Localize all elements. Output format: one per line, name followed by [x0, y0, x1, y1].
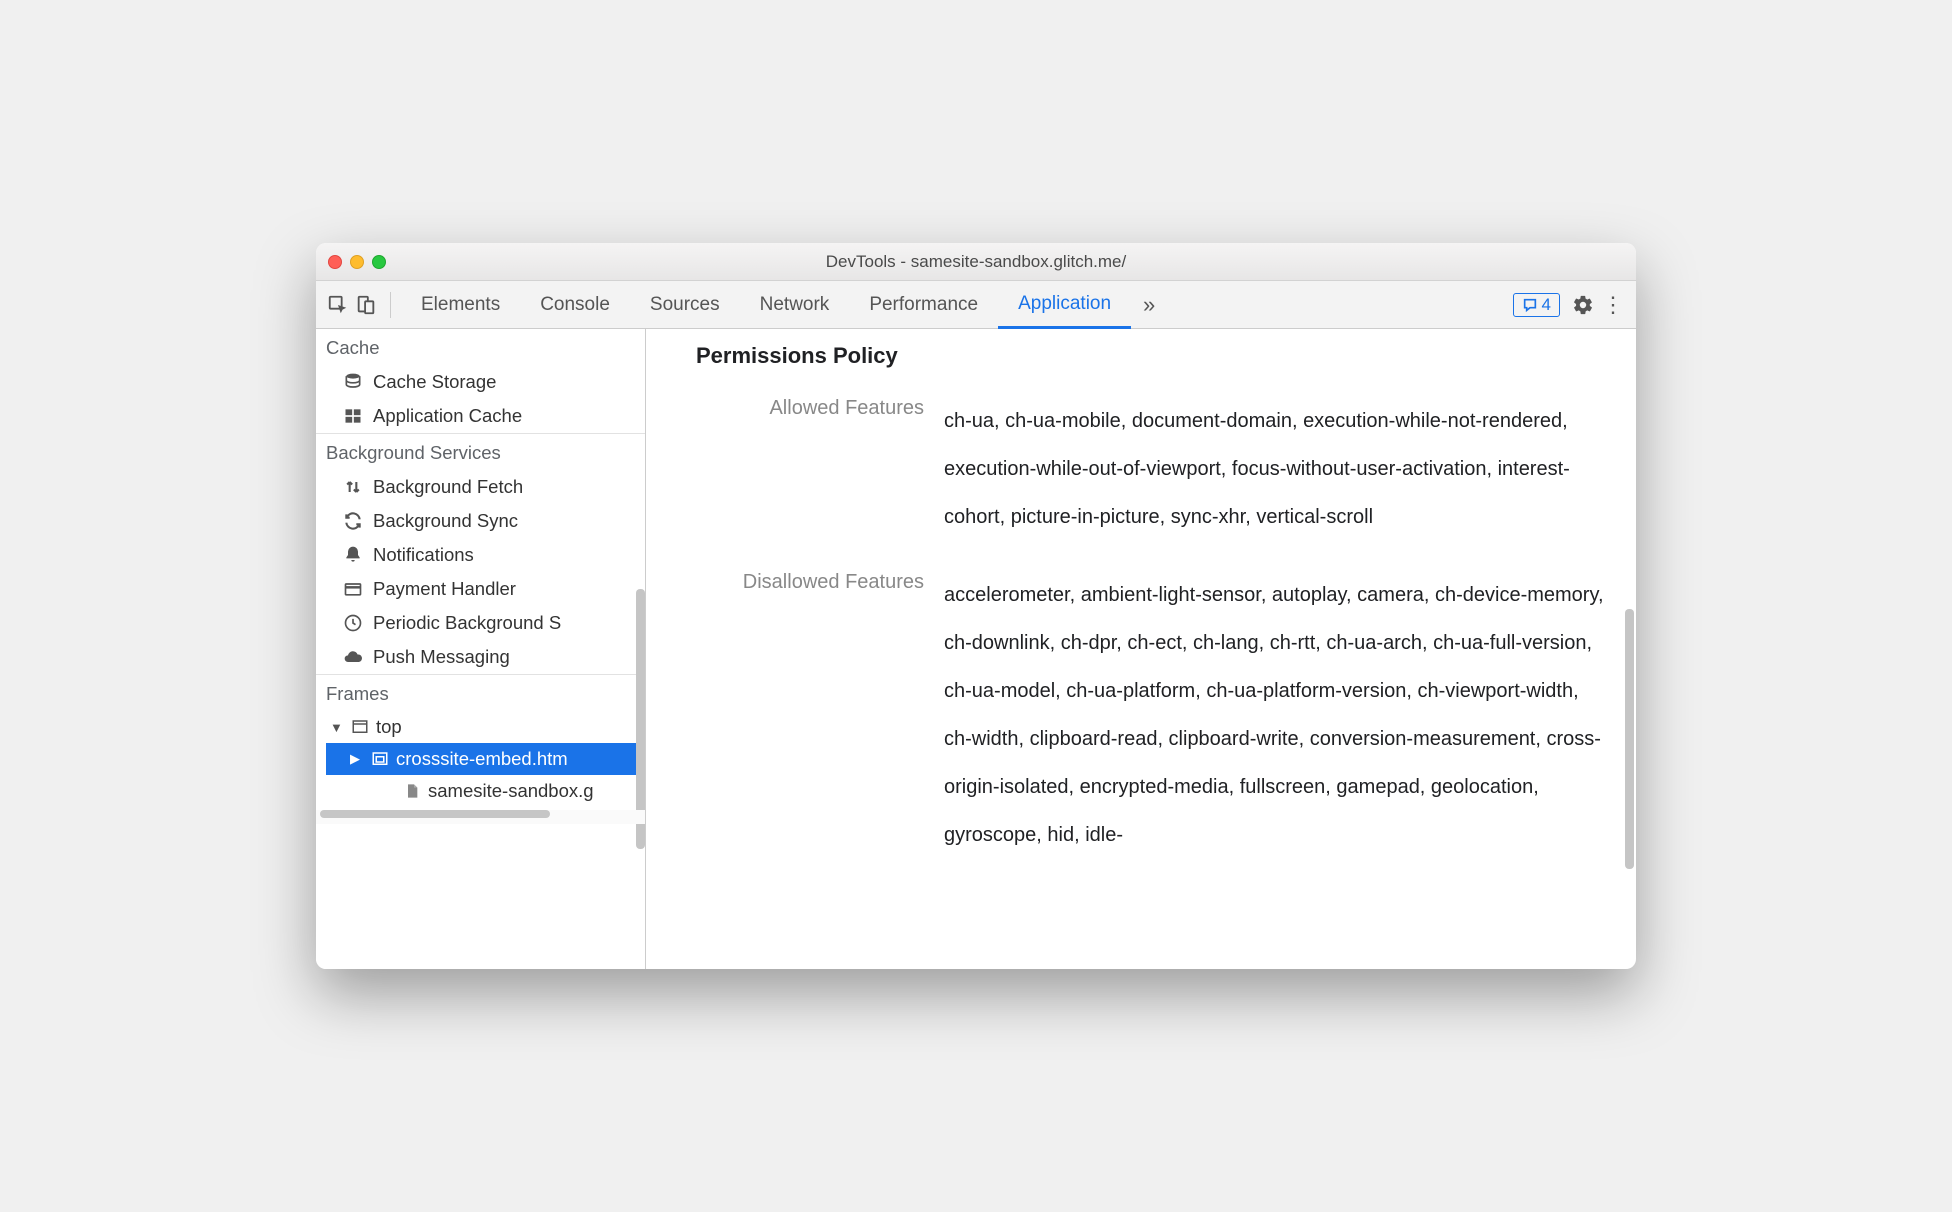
clock-icon: [342, 613, 364, 633]
messages-badge[interactable]: 4: [1513, 293, 1560, 317]
sidebar-item-label: Cache Storage: [373, 371, 496, 393]
sidebar-item-payment-handler[interactable]: Payment Handler: [316, 572, 645, 606]
tree-item-crosssite-embed[interactable]: ▶ crosssite-embed.htm: [326, 743, 645, 775]
frames-tree: ▼ top ▶ crosssite-embed.htm: [316, 711, 645, 807]
toolbar-divider: [390, 292, 391, 318]
tab-application[interactable]: Application: [998, 282, 1131, 329]
minimize-window-button[interactable]: [350, 255, 364, 269]
sidebar-item-background-fetch[interactable]: Background Fetch: [316, 470, 645, 504]
sidebar-item-cache-storage[interactable]: Cache Storage: [316, 365, 645, 399]
sidebar-item-label: Payment Handler: [373, 578, 516, 600]
titlebar: DevTools - samesite-sandbox.glitch.me/: [316, 243, 1636, 281]
more-tabs-button[interactable]: »: [1131, 281, 1167, 328]
sync-icon: [342, 511, 364, 531]
sidebar-item-label: Notifications: [373, 544, 474, 566]
row-value: accelerometer, ambient-light-sensor, aut…: [944, 571, 1606, 859]
grid-icon: [342, 406, 364, 426]
devtools-body: Cache Cache Storage Application Cache Ba…: [316, 329, 1636, 969]
sidebar-item-background-sync[interactable]: Background Sync: [316, 504, 645, 538]
tab-console[interactable]: Console: [520, 281, 630, 328]
tree-item-label: samesite-sandbox.g: [428, 780, 594, 802]
tab-network[interactable]: Network: [740, 281, 850, 328]
cloud-icon: [342, 647, 364, 667]
database-icon: [342, 372, 364, 392]
disclosure-closed-icon[interactable]: ▶: [350, 751, 364, 767]
sidebar-item-label: Background Fetch: [373, 476, 523, 498]
more-options-icon[interactable]: ⋮: [1598, 292, 1628, 318]
inspect-element-icon[interactable]: [324, 294, 352, 316]
window-icon: [350, 718, 370, 736]
settings-icon[interactable]: [1568, 294, 1598, 316]
tree-item-top[interactable]: ▼ top: [326, 711, 645, 743]
main-panel[interactable]: Permissions Policy Allowed Features ch-u…: [646, 329, 1636, 969]
section-background-services: Background Services: [316, 433, 645, 470]
tree-item-label: top: [376, 716, 402, 738]
tab-sources[interactable]: Sources: [630, 281, 740, 328]
section-frames: Frames: [316, 674, 645, 711]
sidebar-item-periodic-background-sync[interactable]: Periodic Background S: [316, 606, 645, 640]
tree-item-label: crosssite-embed.htm: [396, 748, 568, 770]
application-sidebar[interactable]: Cache Cache Storage Application Cache Ba…: [316, 329, 646, 969]
sidebar-item-label: Background Sync: [373, 510, 518, 532]
tree-item-samesite-sandbox[interactable]: samesite-sandbox.g: [326, 775, 645, 807]
tab-performance[interactable]: Performance: [849, 281, 998, 328]
panel-heading: Permissions Policy: [696, 343, 1606, 369]
window-title: DevTools - samesite-sandbox.glitch.me/: [316, 252, 1636, 272]
row-label: Allowed Features: [696, 397, 944, 541]
traffic-lights: [328, 255, 386, 269]
embed-icon: [370, 750, 390, 768]
updown-icon: [342, 477, 364, 497]
row-label: Disallowed Features: [696, 571, 944, 859]
sidebar-item-notifications[interactable]: Notifications: [316, 538, 645, 572]
sidebar-hscrollbar[interactable]: [316, 810, 645, 824]
card-icon: [342, 579, 364, 599]
sidebar-item-push-messaging[interactable]: Push Messaging: [316, 640, 645, 674]
disclosure-open-icon[interactable]: ▼: [330, 720, 344, 735]
section-cache: Cache: [316, 329, 645, 365]
row-allowed-features: Allowed Features ch-ua, ch-ua-mobile, do…: [696, 397, 1606, 541]
close-window-button[interactable]: [328, 255, 342, 269]
messages-count: 4: [1542, 295, 1551, 315]
file-icon: [402, 782, 422, 800]
sidebar-item-label: Push Messaging: [373, 646, 510, 668]
device-toggle-icon[interactable]: [352, 294, 380, 316]
row-value: ch-ua, ch-ua-mobile, document-domain, ex…: [944, 397, 1606, 541]
sidebar-item-label: Periodic Background S: [373, 612, 561, 634]
row-disallowed-features: Disallowed Features accelerometer, ambie…: [696, 571, 1606, 859]
zoom-window-button[interactable]: [372, 255, 386, 269]
devtools-toolbar: Elements Console Sources Network Perform…: [316, 281, 1636, 329]
main-scrollbar[interactable]: [1625, 609, 1634, 869]
sidebar-item-label: Application Cache: [373, 405, 522, 427]
devtools-window: DevTools - samesite-sandbox.glitch.me/ E…: [316, 243, 1636, 969]
tab-elements[interactable]: Elements: [401, 281, 520, 328]
sidebar-item-application-cache[interactable]: Application Cache: [316, 399, 645, 433]
bell-icon: [342, 545, 364, 565]
